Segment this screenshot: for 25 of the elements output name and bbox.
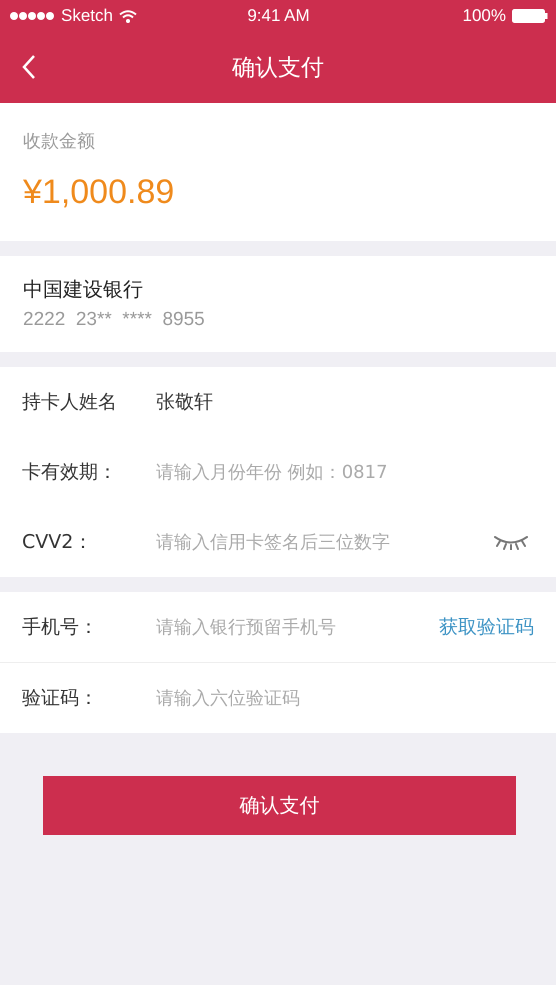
page-title: 确认支付 [232,54,324,82]
input-field[interactable]: 请输入银行预留手机号 [156,616,439,638]
eye-closed-icon[interactable] [494,534,528,550]
field-label: 手机号： [22,615,99,640]
get-code-link[interactable]: 获取验证码 [439,614,534,640]
field-label: CVV2： [22,530,94,555]
carrier-name: Sketch [61,6,113,26]
input-field[interactable]: 请输入月份年份 例如：0817 [156,462,534,482]
card-number: 2222 23** **** 8955 [23,309,206,331]
field-label: 卡有效期： [22,460,118,485]
battery-icon [512,9,548,23]
bank-name: 中国建设银行 [23,276,144,303]
amount-value: ¥1,000.89 [23,173,176,212]
confirm-pay-button[interactable]: 确认支付 [43,776,516,835]
wifi-icon [118,10,137,22]
field-label: 持卡人姓名 [22,390,118,415]
battery-percent: 100% [462,6,506,26]
back-icon[interactable] [22,54,36,80]
field-value: 张敬轩 [156,390,213,415]
signal-icon [9,11,55,21]
field-label: 验证码： [22,686,99,711]
status-time: 9:41 AM [247,6,310,26]
amount-label: 收款金额 [23,130,96,153]
input-field[interactable]: 请输入六位验证码 [156,688,534,708]
input-field[interactable]: 请输入信用卡签名后三位数字 [156,532,494,552]
